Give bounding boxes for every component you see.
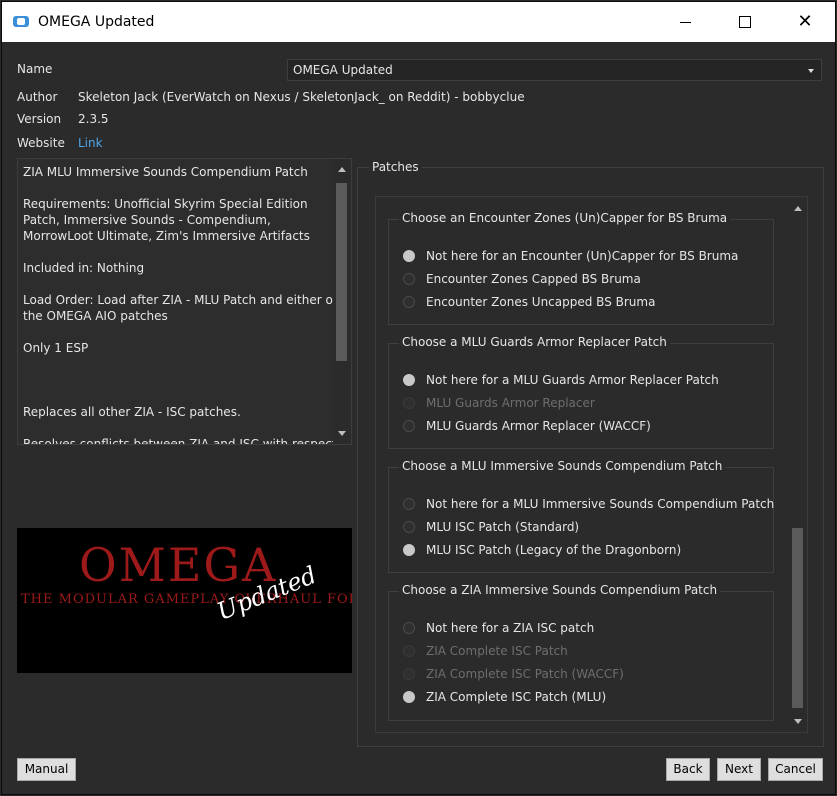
installer-window: OMEGA Updated ✕ Name OMEGA Updated Autho… [1,1,836,795]
minimize-button[interactable] [662,2,708,42]
author-value: Skeleton Jack (EverWatch on Nexus / Skel… [78,90,525,104]
radio-button[interactable] [403,544,415,556]
description-line [23,388,333,404]
description-line [23,276,333,292]
patch-option-label: ZIA Complete ISC Patch (MLU) [426,690,607,704]
patches-title: Patches [369,160,422,174]
description-line: MorrowLoot Ultimate, Zim's Immersive Art… [23,229,310,243]
website-label: Website [17,136,65,150]
patch-group-title: Choose a MLU Guards Armor Replacer Patch [399,335,670,349]
radio-button[interactable] [403,250,415,262]
mod-image: OMEGA THE MODULAR GAMEPLAY OVERHAUL FOR … [17,528,352,673]
description-line [23,180,333,196]
patch-option-label: Not here for an Encounter (Un)Capper for… [426,249,739,263]
description-line: the OMEGA AIO patches [23,309,168,323]
patch-group: Choose a MLU Immersive Sounds Compendium… [388,459,775,573]
name-label: Name [17,62,53,76]
patch-option-label: Not here for a MLU Immersive Sounds Comp… [426,497,775,511]
description-line [23,372,333,388]
description-line [23,244,333,260]
patch-option-label: Not here for a ZIA ISC patch [426,621,595,635]
window-title: OMEGA Updated [38,14,155,30]
version-label: Version [17,112,62,126]
patch-group-title: Choose an Encounter Zones (Un)Capper for… [399,211,731,225]
cancel-button[interactable]: Cancel [768,758,823,781]
title-bar: OMEGA Updated ✕ [2,2,835,42]
description-line [23,324,333,340]
app-icon [13,16,29,27]
scroll-thumb[interactable] [336,183,347,361]
version-value: 2.3.5 [78,112,109,126]
radio-button[interactable] [403,420,415,432]
name-dropdown-value: OMEGA Updated [293,63,393,77]
maximize-icon [739,16,751,28]
chevron-down-icon [808,69,814,73]
radio-button [403,645,415,657]
description-line: Load Order: Load after ZIA - MLU Patch a… [23,293,338,307]
patch-option-label: MLU Guards Armor Replacer [426,396,595,410]
patch-option-label: MLU ISC Patch (Standard) [426,520,580,534]
description-line: Included in: Nothing [23,261,145,275]
close-icon: ✕ [797,11,813,32]
description-line: ZIA MLU Immersive Sounds Compendium Patc… [23,165,308,179]
patch-option-label: ZIA Complete ISC Patch [426,644,568,658]
back-button[interactable]: Back [666,758,710,781]
radio-button[interactable] [403,521,415,533]
description-line [23,356,333,372]
description-line: Resolves conflicts between ZIA and ISC w… [23,437,337,445]
patches-scrollbar[interactable] [789,197,807,732]
description-text: ZIA MLU Immersive Sounds Compendium Patc… [23,164,338,445]
image-subtitle: THE MODULAR GAMEPLAY OVERHAUL FOR SSE [21,592,352,607]
patch-group: Choose a MLU Guards Armor Replacer Patch… [388,335,774,449]
scroll-up-icon[interactable] [794,206,802,211]
patch-group-title: Choose a MLU Immersive Sounds Compendium… [399,459,726,473]
radio-button [403,397,415,409]
image-title: OMEGA [79,538,278,592]
patch-option-label: Not here for a MLU Guards Armor Replacer… [426,373,719,387]
description-box[interactable]: ZIA MLU Immersive Sounds Compendium Patc… [17,158,352,445]
patch-option-label: Encounter Zones Capped BS Bruma [426,272,641,286]
radio-button[interactable] [403,691,415,703]
patch-option-label: Encounter Zones Uncapped BS Bruma [426,295,656,309]
description-line: Patch, Immersive Sounds - Compendium, [23,213,271,227]
scroll-thumb[interactable] [792,528,803,708]
radio-button [403,668,415,680]
website-link[interactable]: Link [78,136,103,150]
maximize-button[interactable] [722,2,768,42]
patch-group: Choose a ZIA Immersive Sounds Compendium… [388,583,774,721]
patch-option-label: MLU Guards Armor Replacer (WACCF) [426,419,651,433]
radio-button[interactable] [403,296,415,308]
next-button[interactable]: Next [717,758,761,781]
author-label: Author [17,90,58,104]
patch-option-label: ZIA Complete ISC Patch (WACCF) [426,667,624,681]
radio-button[interactable] [403,273,415,285]
scroll-up-icon[interactable] [338,167,346,172]
radio-button[interactable] [403,374,415,386]
description-line: Only 1 ESP [23,341,89,355]
scroll-down-icon[interactable] [794,719,802,724]
patch-option-label: MLU ISC Patch (Legacy of the Dragonborn) [426,543,682,557]
minimize-icon [680,22,691,23]
manual-button[interactable]: Manual [17,758,76,781]
description-line [23,420,333,436]
name-dropdown[interactable]: OMEGA Updated [287,59,822,81]
scroll-down-icon[interactable] [338,431,346,436]
radio-button[interactable] [403,622,415,634]
description-scrollbar[interactable] [333,159,351,444]
description-line: Replaces all other ZIA - ISC patches. [23,405,241,419]
patch-group-title: Choose a ZIA Immersive Sounds Compendium… [399,583,721,597]
patch-group: Choose an Encounter Zones (Un)Capper for… [388,211,774,325]
radio-button[interactable] [403,498,415,510]
description-line: Requirements: Unofficial Skyrim Special … [23,197,308,211]
close-button[interactable]: ✕ [782,2,828,42]
